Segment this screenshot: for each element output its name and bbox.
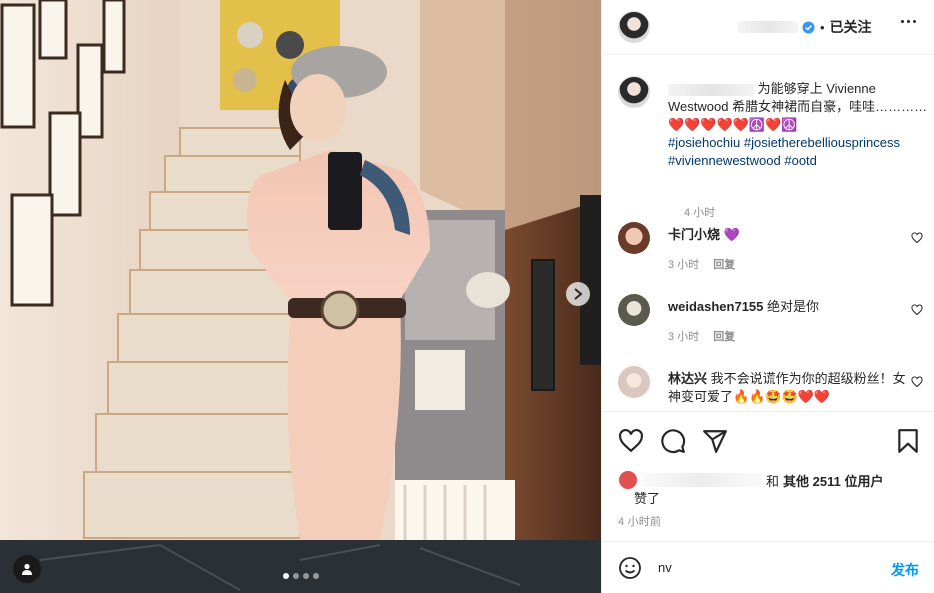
author-username-redacted[interactable] <box>668 83 754 96</box>
likes-and: 和 <box>766 473 780 489</box>
heart-icon[interactable] <box>618 428 644 454</box>
heart-icon[interactable] <box>911 232 923 244</box>
verified-icon <box>802 20 815 34</box>
comment-item: 林达兴 我不会说谎作为你的超级粉丝！女神变可爱了🔥🔥🤩🤩❤️❤️ <box>618 366 923 411</box>
hashtag-link[interactable]: #josiehochiu <box>668 135 740 150</box>
caption-text: 为能够穿上 Vivienne Westwood 希腊女神裙而自豪，哇哇…………❤… <box>668 80 928 170</box>
liker-avatar[interactable] <box>618 470 638 490</box>
comment-icon[interactable] <box>660 428 686 454</box>
commenter-username[interactable]: 林达兴 <box>668 371 707 386</box>
commenter-username[interactable]: weidashen7155 <box>668 299 763 314</box>
likes-count-link[interactable]: 其他 2511 位用户 <box>783 471 883 490</box>
post-comment-button[interactable]: 发布 <box>891 560 919 580</box>
comment-timestamp[interactable]: 3 小时 <box>668 256 699 272</box>
likes-summary: 和 其他 2511 位用户 <box>618 470 883 490</box>
caption-emojis: ❤️❤️❤️❤️❤️☮️❤️☮️ <box>668 117 798 132</box>
comment-body: 💜 <box>723 227 740 242</box>
comment-text: 林达兴 我不会说谎作为你的超级粉丝！女神变可爱了🔥🔥🤩🤩❤️❤️ <box>668 370 908 406</box>
carousel-indicator <box>283 573 319 579</box>
reply-button[interactable]: 回复 <box>713 328 735 344</box>
comment-input[interactable] <box>658 560 868 575</box>
user-tag-icon <box>22 563 32 575</box>
comment-text: weidashen7155 绝对是你 <box>668 298 908 316</box>
heart-icon[interactable] <box>911 304 923 316</box>
comment-body: 绝对是你 <box>767 299 820 314</box>
post-timestamp[interactable]: 4 小时前 <box>618 513 661 529</box>
comment-timestamp[interactable]: 3 小时 <box>668 328 699 344</box>
comment-text: 卡门小烧 💜 <box>668 226 908 244</box>
comment-meta: 3 小时 回复 <box>668 256 735 272</box>
post-modal: • 已关注 为能够穿上 Vivienne Westwood 希腊女神裙而自豪，哇… <box>0 0 934 593</box>
commenter-avatar[interactable] <box>618 222 650 254</box>
chevron-right-icon <box>574 288 583 300</box>
emoji-icon[interactable] <box>618 556 642 580</box>
author-avatar[interactable] <box>618 11 650 43</box>
next-slide-button[interactable] <box>566 282 590 306</box>
comment-meta: 3 小时 回复 <box>668 328 735 344</box>
commenter-username[interactable]: 卡门小烧 <box>668 227 720 242</box>
hashtag-link[interactable]: #josietherebelliousprincess <box>744 135 900 150</box>
caption-timestamp[interactable]: 4 小时 <box>684 204 715 220</box>
liker-username-redacted[interactable] <box>642 473 762 487</box>
hashtag-link[interactable]: #viviennewestwood <box>668 153 781 168</box>
comment-composer: 发布 <box>602 541 934 593</box>
share-icon[interactable] <box>702 428 728 454</box>
author-avatar[interactable] <box>618 76 650 108</box>
post-header: • 已关注 <box>602 0 934 55</box>
more-icon[interactable] <box>901 20 916 23</box>
likes-suffix: 赞了 <box>634 491 661 506</box>
action-bar <box>618 428 728 454</box>
author-username-redacted[interactable] <box>738 21 798 33</box>
photo-image <box>0 0 601 593</box>
comments-list[interactable]: 为能够穿上 Vivienne Westwood 希腊女神裙而自豪，哇哇…………❤… <box>602 56 934 411</box>
bookmark-icon[interactable] <box>895 428 921 454</box>
post-photo[interactable] <box>0 0 601 593</box>
carousel-dot <box>283 573 289 579</box>
comment-item: weidashen7155 绝对是你 3 小时 回复 <box>618 294 923 354</box>
tagged-users-button[interactable] <box>13 555 41 583</box>
commenter-avatar[interactable] <box>618 366 650 398</box>
comment-item: 卡门小烧 💜 3 小时 回复 <box>618 222 923 282</box>
header-separator: • <box>820 19 825 35</box>
reply-button[interactable]: 回复 <box>713 256 735 272</box>
hashtag-link[interactable]: #ootd <box>784 153 817 168</box>
carousel-dot <box>293 573 299 579</box>
commenter-avatar[interactable] <box>618 294 650 326</box>
post-sidebar: • 已关注 为能够穿上 Vivienne Westwood 希腊女神裙而自豪，哇… <box>601 0 934 593</box>
carousel-dot <box>303 573 309 579</box>
carousel-dot <box>313 573 319 579</box>
follow-status-button[interactable]: 已关注 <box>830 17 872 37</box>
post-actions: 和 其他 2511 位用户 赞了 4 小时前 <box>602 411 934 528</box>
heart-icon[interactable] <box>911 376 923 388</box>
